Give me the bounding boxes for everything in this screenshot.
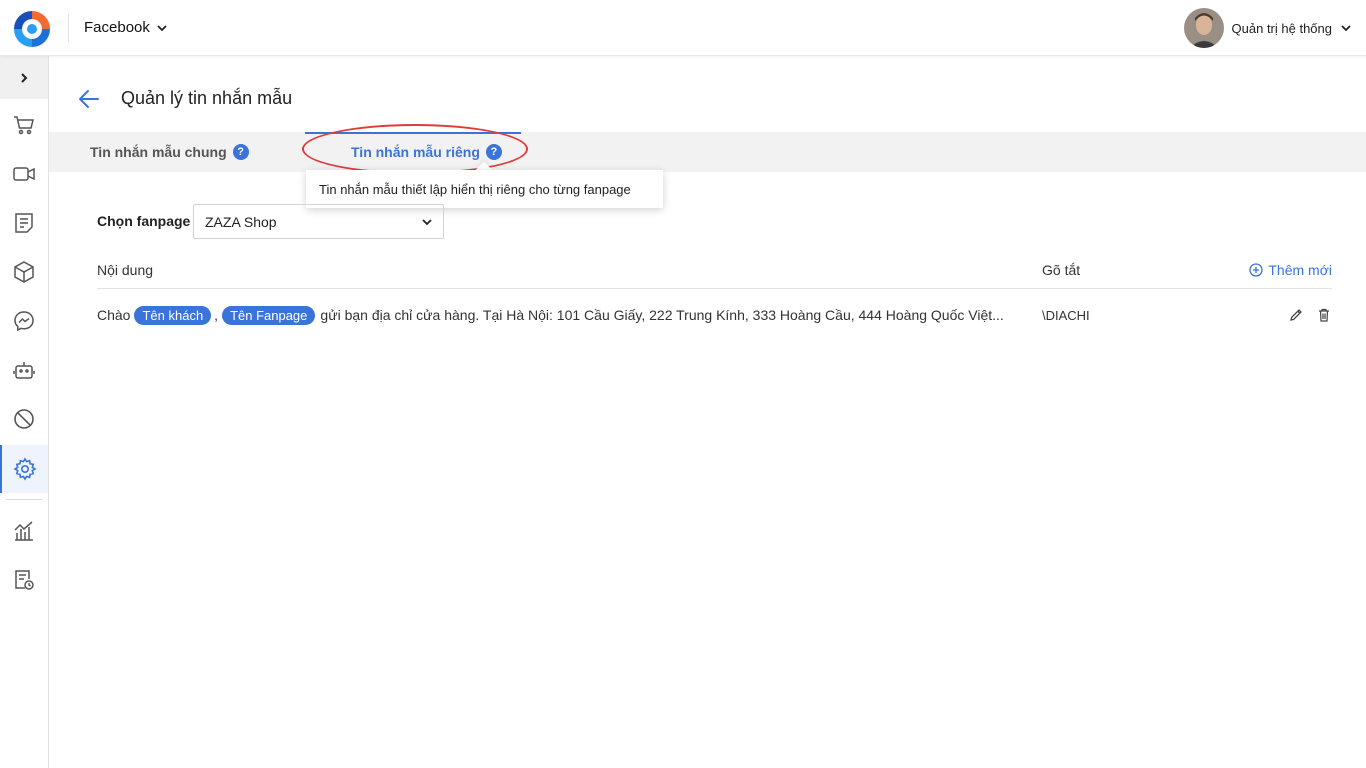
add-new-label: Thêm mới bbox=[1268, 262, 1332, 278]
row-separator-text: , bbox=[214, 307, 219, 323]
row-shortcut: \DIACHI bbox=[1042, 308, 1090, 323]
robot-icon bbox=[13, 362, 35, 379]
tab-bar: Tin nhắn mẫu chung ? Tin nhắn mẫu riêng … bbox=[49, 132, 1366, 172]
page-title: Quản lý tin nhắn mẫu bbox=[121, 88, 293, 108]
back-arrow-icon[interactable] bbox=[76, 87, 102, 111]
chevron-down-icon bbox=[1341, 25, 1351, 32]
user-name: Quản trị hệ thống bbox=[1231, 20, 1332, 36]
user-menu[interactable]: Quản trị hệ thống bbox=[1183, 8, 1352, 48]
fanpage-selected-value: ZAZA Shop bbox=[205, 213, 277, 230]
edit-pencil-icon[interactable] bbox=[1288, 307, 1304, 323]
tooltip-text: Tin nhắn mẫu thiết lập hiển thị riêng ch… bbox=[319, 181, 631, 197]
row-message-text: gửi bạn địa chỉ cửa hàng. Tại Hà Nội: 10… bbox=[320, 307, 1004, 323]
fanpage-select-label: Chọn fanpage bbox=[97, 213, 191, 229]
sidebar-item-statistics[interactable] bbox=[0, 507, 48, 555]
table-row: Chào Tên khách , Tên Fanpage gửi bạn địa… bbox=[97, 303, 1004, 327]
sidebar-item-posts[interactable] bbox=[0, 199, 48, 247]
app-logo-icon[interactable] bbox=[11, 8, 53, 50]
sidebar-item-products[interactable] bbox=[0, 248, 48, 296]
sidebar-item-chatbot[interactable] bbox=[0, 346, 48, 394]
sidebar-expand-button[interactable] bbox=[0, 56, 48, 99]
sidebar bbox=[0, 56, 49, 768]
add-new-button[interactable]: Thêm mới bbox=[1249, 262, 1332, 278]
sidebar-separator bbox=[6, 499, 42, 500]
variable-chip-customer-name: Tên khách bbox=[134, 305, 212, 325]
sidebar-item-livestream[interactable] bbox=[0, 150, 48, 198]
chart-icon bbox=[14, 521, 33, 541]
document-icon bbox=[15, 213, 33, 233]
table-header-divider bbox=[97, 288, 1332, 289]
column-header-shortcut: Gõ tắt bbox=[1042, 262, 1081, 278]
video-icon bbox=[13, 167, 35, 181]
plus-circle-icon bbox=[1249, 263, 1264, 277]
block-icon bbox=[14, 409, 34, 429]
sidebar-item-orders[interactable] bbox=[0, 101, 48, 149]
sidebar-item-messages[interactable] bbox=[0, 297, 48, 345]
box-icon bbox=[14, 261, 34, 283]
column-header-content: Nội dung bbox=[97, 262, 154, 278]
sidebar-item-blocklist[interactable] bbox=[0, 395, 48, 443]
top-divider bbox=[68, 14, 69, 42]
gear-icon bbox=[13, 457, 37, 481]
row-prefix-text: Chào bbox=[97, 307, 131, 323]
help-icon[interactable]: ? bbox=[485, 144, 502, 160]
chevron-down-icon bbox=[157, 24, 167, 31]
report-icon bbox=[15, 570, 34, 590]
cart-icon bbox=[14, 116, 34, 135]
channel-label: Facebook bbox=[84, 19, 150, 36]
tab-general-label: Tin nhắn mẫu chung bbox=[90, 144, 227, 160]
avatar[interactable] bbox=[1183, 8, 1224, 48]
fanpage-select[interactable]: ZAZA Shop bbox=[193, 204, 444, 239]
tab-general-templates[interactable]: Tin nhắn mẫu chung ? bbox=[90, 132, 249, 172]
messenger-icon bbox=[14, 311, 34, 332]
chevron-right-icon bbox=[21, 72, 28, 83]
top-bar: Facebook Quản trị hệ thống bbox=[0, 0, 1366, 56]
channel-dropdown[interactable]: Facebook bbox=[84, 19, 168, 36]
variable-chip-fanpage-name: Tên Fanpage bbox=[222, 305, 316, 325]
tab-private-label: Tin nhắn mẫu riêng bbox=[351, 144, 480, 160]
tooltip: Tin nhắn mẫu thiết lập hiển thị riêng ch… bbox=[306, 170, 663, 208]
sidebar-item-reports[interactable] bbox=[0, 556, 48, 604]
sidebar-item-settings[interactable] bbox=[0, 445, 48, 493]
help-icon[interactable]: ? bbox=[232, 144, 249, 160]
chevron-down-icon bbox=[422, 219, 432, 226]
delete-trash-icon[interactable] bbox=[1316, 307, 1332, 323]
